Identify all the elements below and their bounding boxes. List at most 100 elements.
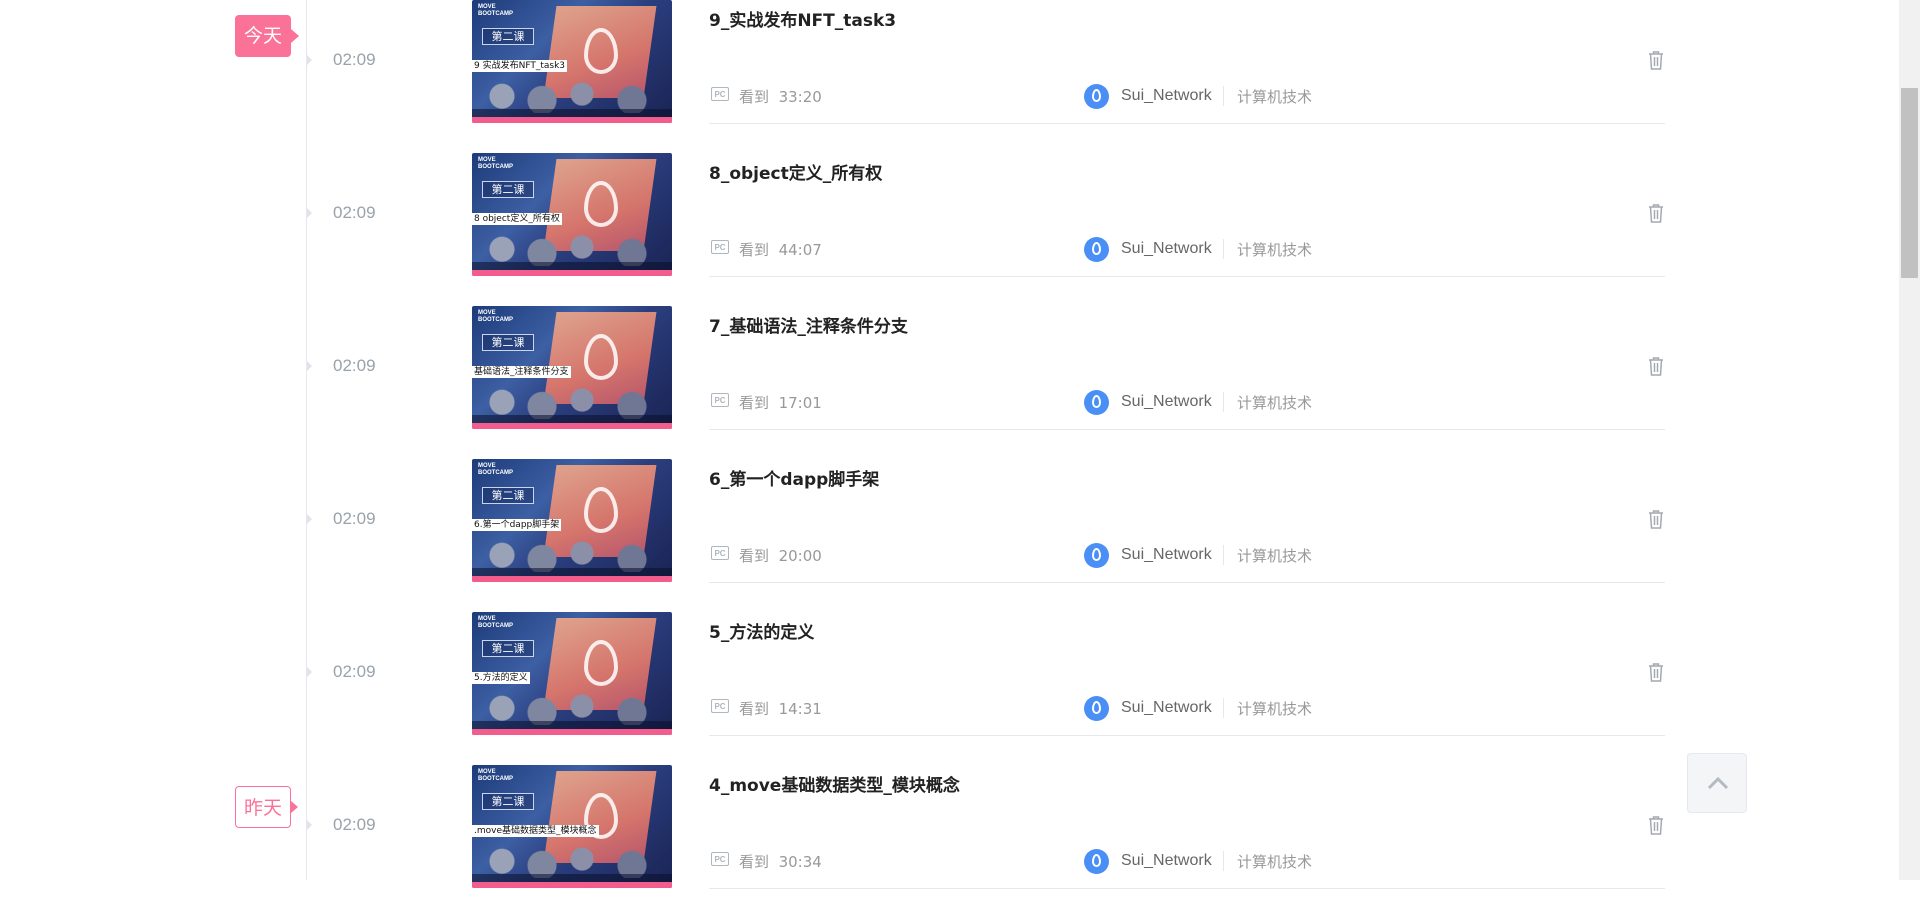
watched-progress: 看到 20:00 (739, 545, 822, 566)
thumbnail-lesson: 第二课 (482, 487, 534, 504)
thumbnail-lesson: 第二课 (482, 334, 534, 351)
up-name-link[interactable]: Sui_Network (1121, 240, 1212, 258)
thumbnail-footer (472, 109, 672, 117)
watch-progress-bar (472, 270, 672, 276)
video-thumbnail[interactable]: MOVE BOOTCAMP 第二课 6.第一个dapp脚手架 (472, 459, 672, 582)
category-label: 计算机技术 (1237, 394, 1313, 412)
row-divider (709, 123, 1665, 124)
sui-logo-icon (584, 487, 618, 533)
category-label: 计算机技术 (1237, 241, 1313, 259)
thumbnail-footer (472, 262, 672, 270)
up-avatar[interactable] (1084, 84, 1109, 109)
trash-icon[interactable] (1647, 662, 1665, 682)
up-avatar[interactable] (1084, 696, 1109, 721)
trash-icon[interactable] (1647, 509, 1665, 529)
row-divider (709, 735, 1665, 736)
pc-icon: PC (711, 852, 729, 866)
thumbnail-clouds (472, 224, 672, 266)
video-title[interactable]: 6_第一个dapp脚手架 (709, 465, 879, 490)
meta-separator (1223, 392, 1224, 412)
thumbnail-caption: 5.方法的定义 (472, 672, 530, 684)
thumbnail-lesson: 第二课 (482, 28, 534, 45)
thumbnail-clouds (472, 530, 672, 572)
video-title[interactable]: 7_基础语法_注释条件分支 (709, 312, 908, 337)
watch-time: 02:09 (333, 815, 376, 834)
meta-separator (1223, 239, 1224, 259)
timeline-dot (307, 514, 312, 524)
up-name-link[interactable]: Sui_Network (1121, 87, 1212, 105)
video-thumbnail[interactable]: MOVE BOOTCAMP 第二课 8 object定义_所有权 (472, 153, 672, 276)
history-item: 02:09 MOVE BOOTCAMP 第二课 .move基础数据类型_模块概念… (0, 765, 1700, 918)
video-thumbnail[interactable]: MOVE BOOTCAMP 第二课 基础语法_注释条件分支 (472, 306, 672, 429)
watch-time: 02:09 (333, 356, 376, 375)
history-item: 02:09 MOVE BOOTCAMP 第二课 8 object定义_所有权 8… (0, 153, 1700, 306)
video-thumbnail[interactable]: MOVE BOOTCAMP 第二课 .move基础数据类型_模块概念 (472, 765, 672, 888)
trash-icon[interactable] (1647, 356, 1665, 376)
row-divider (709, 429, 1665, 430)
video-thumbnail[interactable]: MOVE BOOTCAMP 第二课 5.方法的定义 (472, 612, 672, 735)
meta-separator (1223, 851, 1224, 871)
history-item: 02:09 MOVE BOOTCAMP 第二课 5.方法的定义 5_方法的定义 … (0, 612, 1700, 765)
category-label: 计算机技术 (1237, 700, 1313, 718)
thumbnail-caption: 9 实战发布NFT_task3 (472, 60, 568, 72)
row-divider (709, 888, 1665, 889)
up-name-link[interactable]: Sui_Network (1121, 852, 1212, 870)
thumbnail-caption: 基础语法_注释条件分支 (472, 366, 571, 378)
watch-progress-bar (472, 882, 672, 888)
trash-icon[interactable] (1647, 815, 1665, 835)
up-avatar[interactable] (1084, 390, 1109, 415)
watched-position: 17:01 (778, 394, 822, 412)
category-label: 计算机技术 (1237, 853, 1313, 871)
thumbnail-caption: 8 object定义_所有权 (472, 213, 562, 225)
up-avatar[interactable] (1084, 237, 1109, 262)
sui-logo-icon (584, 640, 618, 686)
scrollbar-thumb[interactable] (1901, 88, 1918, 278)
row-divider (709, 582, 1665, 583)
thumbnail-caption: .move基础数据类型_模块概念 (472, 825, 599, 837)
watched-position: 20:00 (778, 547, 822, 565)
watched-label: 看到 (739, 88, 770, 106)
thumbnail-footer (472, 415, 672, 423)
thumbnail-caption: 6.第一个dapp脚手架 (472, 519, 562, 531)
watched-label: 看到 (739, 700, 770, 718)
video-title[interactable]: 4_move基础数据类型_模块概念 (709, 771, 960, 796)
up-name-link[interactable]: Sui_Network (1121, 546, 1212, 564)
watch-time: 02:09 (333, 50, 376, 69)
up-avatar[interactable] (1084, 849, 1109, 874)
up-name-link[interactable]: Sui_Network (1121, 699, 1212, 717)
video-title[interactable]: 8_object定义_所有权 (709, 159, 882, 184)
watch-time: 02:09 (333, 662, 376, 681)
watched-progress: 看到 30:34 (739, 851, 822, 872)
pc-icon: PC (711, 699, 729, 713)
watch-time: 02:09 (333, 203, 376, 222)
video-thumbnail[interactable]: MOVE BOOTCAMP 第二课 9 实战发布NFT_task3 (472, 0, 672, 123)
watched-progress: 看到 44:07 (739, 239, 822, 260)
thumbnail-footer (472, 568, 672, 576)
timeline-dot (307, 208, 312, 218)
thumbnail-lesson: 第二课 (482, 640, 534, 657)
timeline-dot (307, 820, 312, 830)
sui-logo-icon (584, 28, 618, 74)
thumbnail-brand: MOVE BOOTCAMP (478, 157, 513, 170)
pc-icon: PC (711, 546, 729, 560)
watched-position: 14:31 (778, 700, 822, 718)
thumbnail-clouds (472, 71, 672, 113)
watch-progress-bar (472, 117, 672, 123)
video-title[interactable]: 9_实战发布NFT_task3 (709, 6, 896, 31)
trash-icon[interactable] (1647, 50, 1665, 70)
history-item: 02:09 MOVE BOOTCAMP 第二课 9 实战发布NFT_task3 … (0, 0, 1700, 153)
back-to-top-button[interactable] (1687, 753, 1747, 813)
thumbnail-lesson: 第二课 (482, 181, 534, 198)
thumbnail-clouds (472, 683, 672, 725)
watch-time: 02:09 (333, 509, 376, 528)
watch-progress-bar (472, 576, 672, 582)
up-name-link[interactable]: Sui_Network (1121, 393, 1212, 411)
video-title[interactable]: 5_方法的定义 (709, 618, 814, 643)
thumbnail-clouds (472, 377, 672, 419)
thumbnail-brand: MOVE BOOTCAMP (478, 616, 513, 629)
pc-icon: PC (711, 240, 729, 254)
watched-position: 44:07 (778, 241, 822, 259)
up-avatar[interactable] (1084, 543, 1109, 568)
trash-icon[interactable] (1647, 203, 1665, 223)
timeline-dot (307, 667, 312, 677)
